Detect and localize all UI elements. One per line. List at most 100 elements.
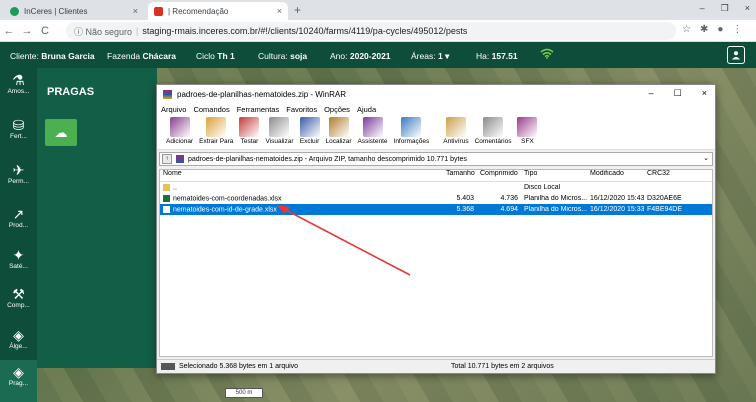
fertility-icon: ⛁ (12, 117, 25, 133)
toolbar-label: Visualizar (265, 138, 294, 145)
sidebar-item-label: Perm... (8, 178, 29, 185)
close-window-icon[interactable]: × (745, 3, 750, 14)
recomendacao-favicon-icon (154, 6, 163, 16)
sidebar-item-permissoes[interactable]: ✈ Perm... (0, 158, 37, 200)
menu-ferramentas[interactable]: Ferramentas (237, 105, 280, 114)
folder-icon (163, 183, 170, 191)
antivirus-button[interactable]: Antivírus (440, 116, 471, 149)
ciclo-label: Ciclo (196, 51, 215, 61)
sidebar-item-label: Prag... (8, 380, 29, 387)
sidebar-item-satelite[interactable]: ✦ Saté... (0, 243, 37, 285)
file-size: 5.403 (456, 195, 474, 202)
reload-icon[interactable]: C (36, 25, 54, 37)
table-row[interactable]: .. Disco Local (160, 182, 712, 193)
column-header-type[interactable]: Tipo (521, 170, 587, 181)
file-crc: F4BE94DE (647, 206, 683, 213)
menu-favoritos[interactable]: Favoritos (286, 105, 317, 114)
menu-ajuda[interactable]: Ajuda (357, 105, 376, 114)
extensions-icon[interactable]: ✱ (700, 24, 708, 35)
visualizar-button[interactable]: Visualizar (262, 116, 296, 149)
winrar-status-bar: Selecionado 5.368 bytes em 1 arquivo Tot… (157, 359, 715, 373)
toolbar-label: Excluir (299, 138, 320, 145)
status-total: Total 10.771 bytes em 2 arquivos (451, 363, 554, 370)
adicionar-button[interactable]: Adicionar (163, 116, 196, 149)
path-dropdown-icon[interactable]: ⌄ (703, 154, 709, 162)
address-bar: ← → C ⓘ Não seguro | staging-rmais.incer… (0, 20, 756, 42)
file-list-header: Nome Tamanho Comprimido Tipo Modificado … (160, 170, 712, 182)
toolbar-label: Localizar (325, 138, 352, 145)
up-folder-icon[interactable]: ↑ (162, 154, 172, 164)
testar-button[interactable]: Testar (236, 116, 262, 149)
menu-arquivo[interactable]: Arquivo (161, 105, 186, 114)
winrar-minimize-icon[interactable]: – (649, 88, 654, 99)
winrar-maximize-icon[interactable]: ☐ (674, 88, 682, 99)
sidebar-item-label: Álge... (9, 343, 28, 350)
maximize-icon[interactable]: ❐ (721, 3, 729, 14)
sidebar-item-amostragem[interactable]: ⚗ Amos... (0, 68, 37, 110)
security-indicator[interactable]: ⓘ Não seguro (74, 25, 132, 38)
zip-file-icon (176, 155, 184, 163)
fazenda-field: Fazenda Chácara (107, 51, 176, 61)
ha-value: 157.51 (491, 51, 518, 61)
plane-icon: ✈ (12, 162, 25, 178)
column-header-size[interactable]: Tamanho (443, 170, 477, 181)
cultura-field: Cultura: soja (258, 51, 307, 61)
comentarios-button[interactable]: Comentários (472, 116, 515, 149)
extrair-para-button[interactable]: Extrair Para (196, 116, 236, 149)
left-sidebar: ⚗ Amos... ⛁ Fert... ✈ Perm... ↗ Prod... … (0, 68, 37, 402)
bookmark-star-icon[interactable]: ☆ (682, 24, 691, 35)
cultura-label: Cultura: (258, 51, 288, 61)
sidebar-item-pragas[interactable]: ◈ Prag... (0, 360, 37, 402)
ano-field: Ano: 2020-2021 (330, 51, 391, 61)
satellite-icon: ✦ (12, 247, 25, 263)
winrar-logo-icon (163, 89, 172, 99)
column-header-packed[interactable]: Comprimido (477, 170, 521, 181)
informacoes-button[interactable]: Informações (391, 116, 433, 149)
extract-icon (206, 117, 227, 137)
url-input[interactable]: ⓘ Não seguro | staging-rmais.inceres.com… (66, 22, 676, 40)
column-header-modified[interactable]: Modificado (587, 170, 644, 181)
sidebar-item-produtividade[interactable]: ↗ Prod... (0, 202, 37, 244)
browser-tab-clientes[interactable]: InCeres | Clientes × (4, 2, 144, 20)
menu-opcoes[interactable]: Opções (324, 105, 350, 114)
localizar-button[interactable]: Localizar (323, 116, 355, 149)
sidebar-item-label: Saté... (9, 263, 28, 270)
user-icon[interactable] (727, 46, 745, 64)
close-tab-icon[interactable]: × (277, 6, 282, 16)
toolbar-label: Antivírus (443, 138, 469, 145)
back-icon[interactable]: ← (0, 25, 18, 37)
menu-comandos[interactable]: Comandos (193, 105, 229, 114)
table-row[interactable]: nematoides-com-coordenadas.xlsx 5.403 4.… (160, 193, 712, 204)
file-type: Disco Local (524, 184, 561, 191)
fazenda-value: Chácara (142, 51, 177, 61)
wifi-icon (540, 48, 554, 62)
tools-icon: ⚒ (12, 286, 25, 302)
toolbar-label: Adicionar (166, 138, 194, 145)
cloud-upload-icon: ☁ (54, 124, 68, 140)
close-tab-icon[interactable]: × (133, 6, 138, 16)
profile-icon[interactable]: ● (717, 24, 723, 35)
column-header-crc[interactable]: CRC32 (644, 170, 704, 181)
upload-button[interactable]: ☁ (45, 119, 77, 146)
forward-icon[interactable]: → (18, 25, 36, 37)
excluir-button[interactable]: Excluir (297, 116, 323, 149)
browser-tab-recomendacao[interactable]: | Recomendação × (148, 2, 288, 20)
assistente-button[interactable]: Assistente (355, 116, 391, 149)
column-header-name[interactable]: Nome (160, 170, 443, 181)
areas-selector[interactable]: Áreas: 1 ▾ (411, 51, 449, 62)
ha-field: Ha: 157.51 (476, 51, 518, 61)
fazenda-label: Fazenda (107, 51, 141, 61)
sample-icon: ⚗ (12, 72, 25, 88)
minimize-icon[interactable]: – (700, 3, 705, 14)
sfx-button[interactable]: SFX (514, 116, 540, 149)
archive-path-bar[interactable]: ↑ padroes-de-planilhas-nematoides.zip - … (159, 152, 713, 166)
menu-dots-icon[interactable]: ⋮ (732, 24, 742, 35)
chart-icon: ↗ (12, 206, 25, 222)
sidebar-item-fertilidade[interactable]: ⛁ Fert... (0, 113, 37, 155)
sidebar-item-algebra[interactable]: ◈ Álge... (0, 323, 37, 365)
sidebar-item-compactacao[interactable]: ⚒ Comp... (0, 282, 37, 324)
new-tab-button[interactable]: + (294, 3, 301, 17)
winrar-close-icon[interactable]: × (702, 88, 707, 99)
table-row-selected[interactable]: nematoides-com-id-de-grade.xlsx 5.368 4.… (160, 204, 712, 215)
ha-label: Ha: (476, 51, 490, 61)
